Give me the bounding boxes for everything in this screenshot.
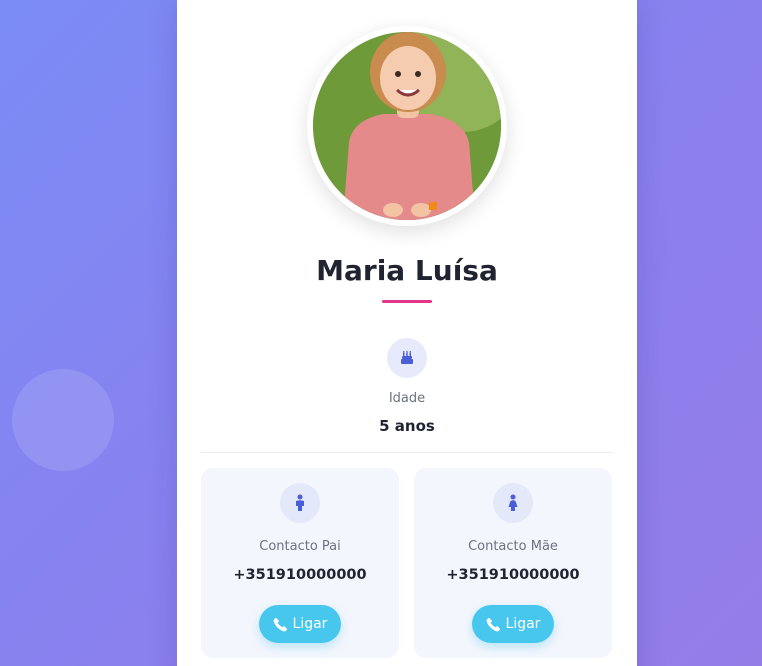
birthday-cake-icon [387, 338, 427, 378]
phone-icon [273, 617, 287, 631]
call-father-button[interactable]: Ligar [259, 605, 341, 643]
call-button-label: Ligar [505, 616, 541, 632]
contact-phone: +351910000000 [446, 567, 580, 583]
avatar [313, 32, 501, 220]
call-button-label: Ligar [292, 616, 328, 632]
contact-phone: +351910000000 [233, 567, 367, 583]
divider [201, 452, 613, 453]
person-icon [493, 483, 533, 523]
child-photo [313, 32, 501, 220]
avatar-frame [307, 26, 507, 226]
call-mother-button[interactable]: Ligar [472, 605, 554, 643]
contact-card-mother: Contacto Mãe +351910000000 Ligar [414, 468, 612, 658]
name-underline [382, 300, 432, 303]
person-icon [280, 483, 320, 523]
contact-label: Contacto Mãe [468, 539, 558, 554]
profile-name: Maria Luísa [316, 254, 498, 287]
phone-icon [486, 617, 500, 631]
age-value: 5 anos [379, 417, 435, 435]
background-decoration-circle [12, 369, 114, 471]
profile-card: Maria Luísa Idade 5 anos Contacto Pai +3… [177, 0, 637, 666]
contact-card-father: Contacto Pai +351910000000 Ligar [201, 468, 399, 658]
contact-label: Contacto Pai [259, 539, 341, 554]
age-label: Idade [388, 391, 426, 406]
